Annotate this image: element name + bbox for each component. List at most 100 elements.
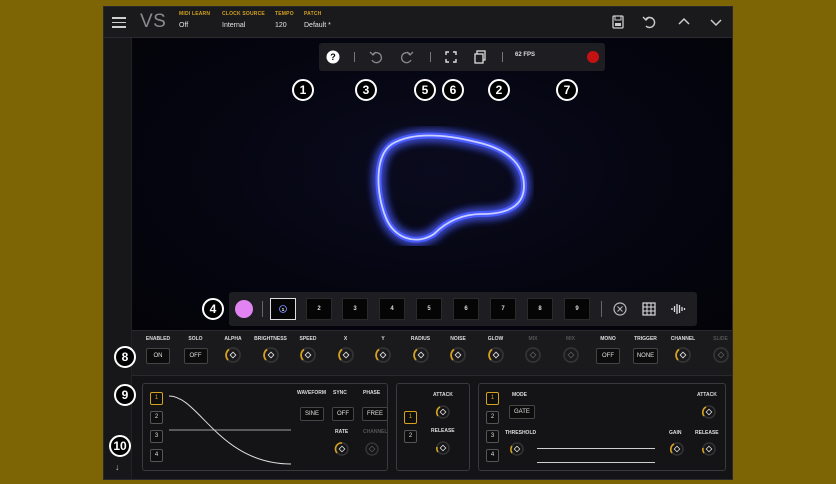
param-knob[interactable] (449, 346, 467, 364)
lfo-chip-1[interactable]: 1 (150, 392, 163, 405)
sync-label: SYNC (333, 390, 347, 396)
env-attack-knob[interactable] (435, 404, 451, 420)
mode-button[interactable]: GATE (509, 405, 535, 419)
phase-button[interactable]: FREE (362, 407, 389, 421)
canvas-toolbar: ? 62 FPS (319, 43, 605, 71)
callout-4: 4 (202, 298, 224, 320)
param-mono: MONO OFF (588, 336, 628, 364)
phase-label: PHASE (363, 390, 381, 396)
svg-text:1: 1 (282, 307, 285, 313)
param-knob[interactable] (712, 346, 730, 364)
callout-10: 10 (109, 435, 131, 457)
param-knob[interactable] (412, 346, 430, 364)
copy-icon[interactable] (472, 49, 488, 65)
param-knob[interactable] (224, 346, 242, 364)
rate-knob[interactable] (334, 441, 350, 457)
param-knob[interactable] (299, 346, 317, 364)
layer-slot-6[interactable]: 6 (453, 298, 479, 320)
patch-field[interactable]: PATCH Default * (304, 11, 331, 29)
param-knob[interactable] (674, 346, 692, 364)
env-attack-label: ATTACK (433, 392, 453, 398)
callout-2: 2 (488, 79, 510, 101)
param-label: ENABLED (145, 336, 171, 342)
rate-label: RATE (335, 429, 349, 435)
param-glow: GLOW (476, 336, 516, 369)
layer-slot-2[interactable]: 2 (306, 298, 332, 320)
callout-3: 3 (355, 79, 377, 101)
param-knob[interactable] (337, 346, 355, 364)
chevron-up-icon[interactable] (674, 13, 694, 31)
follower-attack-label: ATTACK (697, 392, 717, 398)
lfo-chip-3[interactable]: 3 (150, 430, 163, 443)
param-toggle-button[interactable]: ON (146, 348, 170, 364)
layer-slot-5[interactable]: 5 (416, 298, 442, 320)
visual-canvas[interactable]: ? 62 FPS 1 3 5 6 2 7 4 1 2 3 4 5 6 7 8 9 (132, 38, 732, 330)
layer-slot-7[interactable]: 7 (490, 298, 516, 320)
lfo-chip-4[interactable]: 4 (150, 449, 163, 462)
app-logo: VS (140, 11, 167, 32)
follower-chip-2[interactable]: 2 (486, 411, 499, 424)
layer-slot-4[interactable]: 4 (379, 298, 405, 320)
midi-learn-label: MIDI LEARN (179, 11, 211, 17)
param-solo: SOLO OFF (176, 336, 216, 364)
param-knob[interactable] (374, 346, 392, 364)
lfo-chip-2[interactable]: 2 (150, 411, 163, 424)
clock-source-field[interactable]: CLOCK SOURCE Internal (222, 11, 265, 29)
param-knob[interactable] (487, 346, 505, 364)
follower-chip-3[interactable]: 3 (486, 430, 499, 443)
undo-icon[interactable] (368, 49, 384, 65)
env-chip-1[interactable]: 1 (404, 411, 417, 424)
param-knob[interactable] (262, 346, 280, 364)
env-chip-2[interactable]: 2 (404, 430, 417, 443)
grid-icon[interactable] (641, 301, 657, 317)
waveform-icon[interactable] (670, 301, 686, 317)
fps-readout: 62 FPS (515, 52, 536, 58)
threshold-knob[interactable] (509, 441, 525, 457)
save-icon[interactable] (608, 13, 628, 31)
tempo-value: 120 (275, 22, 287, 29)
chevron-down-icon[interactable] (706, 13, 726, 31)
fullscreen-icon[interactable] (443, 49, 459, 65)
gain-knob[interactable] (669, 441, 685, 457)
envelope-module: 1 2 ATTACK RELEASE (396, 383, 470, 471)
redo-icon[interactable] (399, 49, 415, 65)
channel-label: CHANNEL (363, 429, 388, 435)
level-line (537, 462, 655, 463)
tempo-field[interactable]: TEMPO 120 (275, 11, 294, 29)
clear-icon[interactable] (612, 301, 628, 317)
param-label: X (343, 336, 348, 342)
param-toggle-button[interactable]: NONE (632, 348, 659, 364)
help-icon[interactable]: ? (325, 49, 341, 65)
layer-slot-9[interactable]: 9 (564, 298, 590, 320)
layer-slot-8[interactable]: 8 (527, 298, 553, 320)
layer-slot-3[interactable]: 3 (342, 298, 368, 320)
follower-chip-1[interactable]: 1 (486, 392, 499, 405)
menu-icon[interactable] (110, 13, 128, 31)
param-toggle-button[interactable]: OFF (596, 348, 620, 364)
sync-button[interactable]: OFF (332, 407, 354, 421)
record-icon[interactable] (587, 51, 599, 63)
midi-learn-value: Off (179, 22, 189, 29)
follower-release-knob[interactable] (701, 441, 717, 457)
follower-chip-4[interactable]: 4 (486, 449, 499, 462)
param-radius: RADIUS (401, 336, 441, 369)
follower-attack-knob[interactable] (701, 404, 717, 420)
gain-label: GAIN (669, 430, 682, 436)
layer-slot-1[interactable]: 1 (270, 298, 296, 320)
glowing-blob-shape (375, 132, 528, 243)
param-toggle-button[interactable]: OFF (183, 348, 208, 364)
channel-knob[interactable] (364, 441, 380, 457)
param-knob[interactable] (524, 346, 542, 364)
arrow-down-icon[interactable]: ↓ (115, 462, 120, 472)
param-label: TRIGGER (634, 336, 657, 342)
param-knob[interactable] (562, 346, 580, 364)
header-bar: VS MIDI LEARN Off CLOCK SOURCE Internal … (104, 7, 732, 38)
color-swatch[interactable] (235, 300, 253, 318)
revert-icon[interactable] (640, 13, 660, 31)
waveform-button[interactable]: SINE (300, 407, 325, 421)
env-release-knob[interactable] (435, 440, 451, 456)
callout-7: 7 (556, 79, 578, 101)
layer-bar: 1 2 3 4 5 6 7 8 9 (229, 292, 697, 326)
param-label: NOISE (450, 336, 466, 342)
midi-learn-field[interactable]: MIDI LEARN Off (179, 11, 210, 29)
